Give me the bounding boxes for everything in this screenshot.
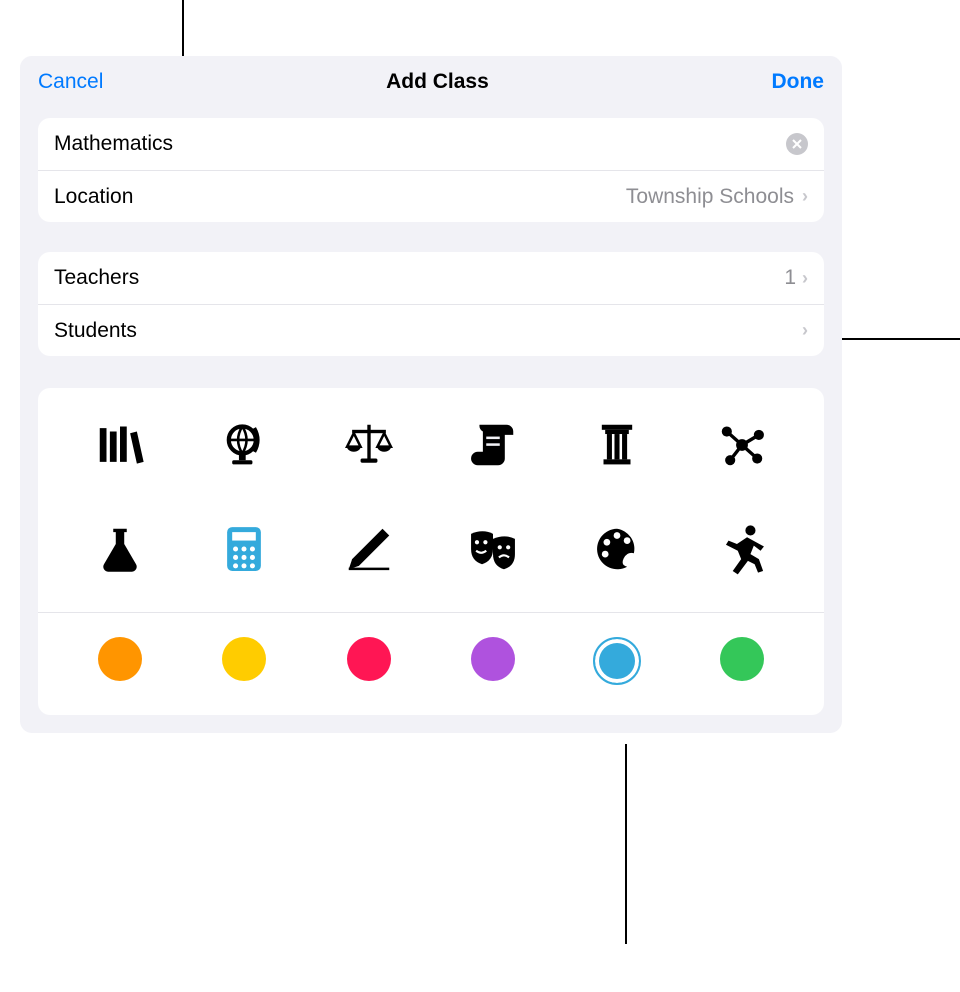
location-label: Location — [54, 185, 626, 209]
chevron-right-icon: › — [802, 320, 808, 341]
students-label: Students — [54, 319, 802, 343]
scroll-icon[interactable] — [431, 418, 555, 472]
students-row[interactable]: Students › — [38, 304, 824, 356]
chevron-right-icon: › — [802, 268, 808, 289]
clear-text-button[interactable] — [786, 133, 808, 155]
members-section: Teachers 1 › Students › — [38, 252, 824, 356]
color-blue[interactable] — [593, 637, 641, 685]
masks-icon[interactable] — [431, 522, 555, 576]
color-row — [38, 612, 824, 715]
color-yellow[interactable] — [222, 637, 266, 681]
runner-icon[interactable] — [680, 522, 804, 576]
teachers-count: 1 — [784, 266, 796, 290]
teachers-row[interactable]: Teachers 1 › — [38, 252, 824, 304]
modal-header: Cancel Add Class Done — [20, 56, 842, 108]
column-icon[interactable] — [555, 418, 679, 472]
class-name-input[interactable] — [54, 132, 786, 156]
calculator-icon[interactable] — [182, 522, 306, 576]
globe-icon[interactable] — [182, 418, 306, 472]
icon-grid — [38, 388, 824, 596]
location-value: Township Schools — [626, 185, 794, 209]
class-info-section: Location Township Schools › — [38, 118, 824, 222]
add-class-modal: Cancel Add Class Done Location Township … — [20, 56, 842, 733]
teachers-label: Teachers — [54, 266, 784, 290]
color-orange[interactable] — [98, 637, 142, 681]
close-icon — [792, 139, 802, 149]
done-button[interactable]: Done — [771, 70, 824, 94]
color-pink[interactable] — [347, 637, 391, 681]
pencil-icon[interactable] — [307, 522, 431, 576]
location-row[interactable]: Location Township Schools › — [38, 170, 824, 222]
flask-icon[interactable] — [58, 522, 182, 576]
callout-line-bottom — [625, 744, 627, 944]
scales-icon[interactable] — [307, 418, 431, 472]
molecule-icon[interactable] — [680, 418, 804, 472]
appearance-section — [38, 388, 824, 715]
chevron-right-icon: › — [802, 186, 808, 207]
callout-line-right — [842, 338, 960, 340]
modal-title: Add Class — [386, 70, 489, 94]
color-green[interactable] — [720, 637, 764, 681]
class-name-row — [38, 118, 824, 170]
palette-icon[interactable] — [555, 522, 679, 576]
books-icon[interactable] — [58, 418, 182, 472]
color-purple[interactable] — [471, 637, 515, 681]
cancel-button[interactable]: Cancel — [38, 70, 103, 94]
